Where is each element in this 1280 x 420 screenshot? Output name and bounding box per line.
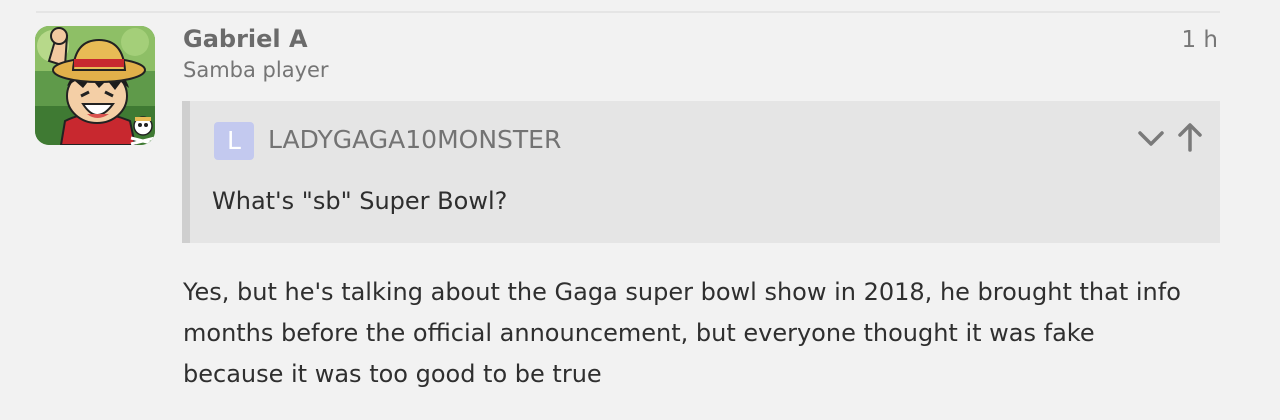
arrow-up-icon[interactable] xyxy=(1176,121,1204,153)
post-body-line: because it was too good to be true xyxy=(183,360,602,388)
post-body-line: Yes, but he's talking about the Gaga sup… xyxy=(183,278,1181,306)
post-body-line: months before the official announcement,… xyxy=(183,319,1095,347)
chevron-down-icon[interactable] xyxy=(1135,123,1167,153)
avatar[interactable] xyxy=(35,26,155,145)
author-name[interactable]: Gabriel A xyxy=(183,25,308,53)
straw-hat-pirate-avatar-icon xyxy=(35,26,155,145)
post-page: Gabriel A Samba player 1 h L LADYGAGA10M… xyxy=(0,0,1280,420)
post-timestamp[interactable]: 1 h xyxy=(1181,27,1218,53)
quoted-username[interactable]: LADYGAGA10MONSTER xyxy=(268,125,561,154)
post-divider xyxy=(36,11,1220,13)
author-title: Samba player xyxy=(183,58,329,82)
quoted-user-avatar[interactable]: L xyxy=(214,122,254,160)
post-body: Yes, but he's talking about the Gaga sup… xyxy=(183,272,1223,395)
quote-text: What's "sb" Super Bowl? xyxy=(212,187,508,215)
quote-block: L LADYGAGA10MONSTER What's "sb" Super Bo… xyxy=(182,101,1220,243)
